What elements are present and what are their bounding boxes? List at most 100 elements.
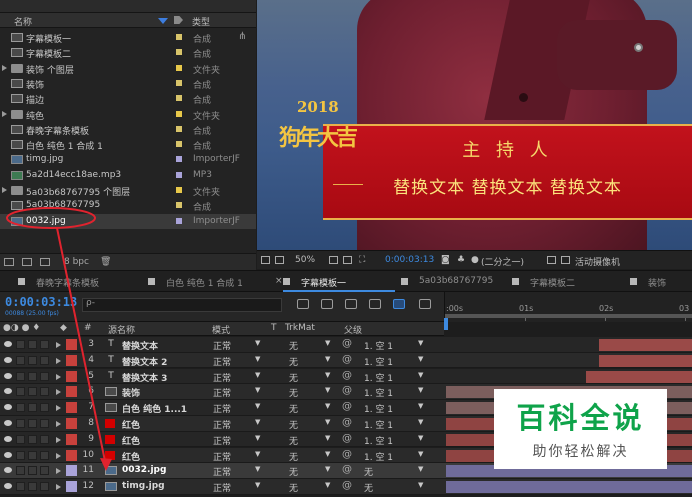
layer-name[interactable]: 0032.jpg xyxy=(122,465,166,475)
visibility-eye-icon[interactable] xyxy=(4,372,12,379)
expand-arrow-icon[interactable] xyxy=(2,187,7,193)
tab-4[interactable]: 字幕模板二 xyxy=(512,271,624,292)
label-color-swatch[interactable] xyxy=(176,64,182,71)
layer-label-swatch[interactable] xyxy=(66,465,77,477)
camera-dropdown[interactable]: 活动摄像机 xyxy=(575,255,620,268)
audio-switch[interactable] xyxy=(16,403,25,413)
graph-editor-icon[interactable] xyxy=(419,299,431,309)
parent-pickwhip-icon[interactable]: @ xyxy=(342,338,352,349)
layer-label-swatch[interactable] xyxy=(66,481,77,493)
shy-layers-icon[interactable] xyxy=(345,299,357,309)
layer-duration-bar[interactable] xyxy=(598,339,692,351)
parent-dropdown[interactable]: 1. 空 1 ▼ xyxy=(362,370,428,384)
lock-switch[interactable] xyxy=(40,434,49,444)
layer-duration-bar[interactable] xyxy=(446,481,692,494)
tab-1[interactable]: 白色 纯色 1 合成 1 xyxy=(148,271,277,292)
trkmat-dropdown[interactable]: 无 ▼ xyxy=(287,370,335,384)
visibility-eye-icon[interactable] xyxy=(4,341,12,347)
parent-dropdown[interactable]: 1. 空 1 ▼ xyxy=(362,354,428,368)
layer-label-swatch[interactable] xyxy=(66,402,77,414)
expand-arrow-icon[interactable] xyxy=(56,389,61,396)
audio-switch[interactable] xyxy=(16,434,25,444)
parent-dropdown[interactable]: 1. 空 1 ▼ xyxy=(362,433,428,447)
layer-label-swatch[interactable] xyxy=(66,418,77,429)
frame-blending-icon[interactable] xyxy=(369,299,381,309)
visibility-eye-icon[interactable] xyxy=(4,467,12,474)
blend-mode-dropdown[interactable]: 正常 ▼ xyxy=(211,480,265,494)
expand-arrow-icon[interactable] xyxy=(56,405,61,412)
layer-name[interactable]: 红色 xyxy=(122,450,140,463)
visibility-eye-icon[interactable] xyxy=(4,420,12,426)
column-type[interactable]: 类型 xyxy=(192,15,210,28)
parent-dropdown[interactable]: 1. 空 1 ▼ xyxy=(362,401,428,415)
project-item[interactable]: 5a2d14ecc18ae.mp3 MP3 xyxy=(0,168,256,183)
motion-blur-icon[interactable] xyxy=(393,299,405,309)
layer-name[interactable]: timg.jpg xyxy=(122,481,165,491)
expand-arrow-icon[interactable] xyxy=(56,373,61,380)
project-item[interactable]: 描边 合成 xyxy=(0,91,256,106)
project-item[interactable]: 5a03b68767795 合成 xyxy=(0,198,256,213)
sort-arrow-icon[interactable] xyxy=(158,18,168,24)
new-folder-icon[interactable] xyxy=(22,258,32,266)
project-item[interactable]: 0032.jpg ImporterJF xyxy=(0,213,256,229)
label-color-swatch[interactable] xyxy=(176,187,182,193)
audio-switch[interactable] xyxy=(16,355,25,365)
solo-switch[interactable] xyxy=(28,403,37,413)
audio-switch[interactable] xyxy=(16,371,25,381)
close-tab-icon[interactable]: × xyxy=(275,276,283,286)
parent-pickwhip-icon[interactable]: @ xyxy=(342,480,352,491)
column-name[interactable]: 名称 xyxy=(14,15,32,28)
zoom-dropdown[interactable]: 50% xyxy=(295,255,315,265)
lock-switch[interactable] xyxy=(40,340,49,349)
expand-arrow-icon[interactable] xyxy=(56,468,61,475)
project-item[interactable]: 5a03b68767795 个图层 文件夹 xyxy=(0,183,256,198)
expand-arrow-icon[interactable] xyxy=(56,436,61,443)
parent-pickwhip-icon[interactable]: @ xyxy=(342,464,352,475)
blend-mode-dropdown[interactable]: 正常 ▼ xyxy=(211,401,265,415)
new-composition-icon[interactable] xyxy=(40,258,50,266)
tab-2[interactable]: 字幕模板一 xyxy=(283,271,395,292)
layer-name[interactable]: 白色 纯色 1...1 xyxy=(122,402,187,415)
project-item[interactable]: 字幕模板一 合成 xyxy=(0,30,256,45)
grid-icon[interactable] xyxy=(343,256,352,264)
lock-switch[interactable] xyxy=(40,419,49,428)
interpret-footage-icon[interactable] xyxy=(4,258,14,266)
trash-icon[interactable]: 🗑 xyxy=(100,257,111,267)
solo-switch[interactable] xyxy=(28,450,37,460)
label-color-swatch[interactable] xyxy=(176,79,182,86)
project-item[interactable]: 字幕模板二 合成 xyxy=(0,45,256,60)
lock-switch[interactable] xyxy=(40,371,49,381)
parent-pickwhip-icon[interactable]: @ xyxy=(342,417,352,428)
layer-row[interactable]: 3 T 替换文本 正常 ▼ 无 ▼ @1. 空 1 ▼ xyxy=(0,337,692,353)
label-color-swatch[interactable] xyxy=(176,110,182,117)
project-item[interactable]: 装饰 个图层 文件夹 xyxy=(0,61,256,76)
expand-arrow-icon[interactable] xyxy=(56,421,61,427)
audio-switch[interactable] xyxy=(16,466,25,476)
expand-arrow-icon[interactable] xyxy=(56,342,61,348)
layer-name[interactable]: 替换文本 3 xyxy=(122,371,167,384)
mask-icon[interactable]: ⛶ xyxy=(359,255,365,265)
visibility-eye-icon[interactable] xyxy=(4,435,12,442)
expand-arrow-icon[interactable] xyxy=(56,484,61,491)
monitor-icon[interactable] xyxy=(275,256,284,264)
lock-switch[interactable] xyxy=(40,403,49,413)
parent-pickwhip-icon[interactable]: @ xyxy=(342,433,352,444)
solo-switch[interactable] xyxy=(28,434,37,444)
label-color-swatch[interactable] xyxy=(176,125,182,132)
resolution-dropdown[interactable]: (二分之一) xyxy=(481,255,524,268)
trkmat-dropdown[interactable]: 无 ▼ xyxy=(287,417,335,431)
label-color-swatch[interactable] xyxy=(176,171,182,178)
layer-row[interactable]: 4 T 替换文本 2 正常 ▼ 无 ▼ @1. 空 1 ▼ xyxy=(0,352,692,369)
trkmat-dropdown[interactable]: 无 ▼ xyxy=(287,480,335,494)
blend-mode-dropdown[interactable]: 正常 ▼ xyxy=(211,449,265,463)
solo-switch[interactable] xyxy=(28,387,37,397)
parent-pickwhip-icon[interactable]: @ xyxy=(342,354,352,365)
parent-dropdown[interactable]: 无 ▼ xyxy=(362,464,428,478)
layer-name[interactable]: 红色 xyxy=(122,434,140,447)
expand-arrow-icon[interactable] xyxy=(56,357,61,364)
blend-mode-dropdown[interactable]: 正常 ▼ xyxy=(211,433,265,447)
lock-switch[interactable] xyxy=(40,466,49,476)
solo-switch[interactable] xyxy=(28,371,37,381)
lock-switch[interactable] xyxy=(40,482,49,492)
audio-switch[interactable] xyxy=(16,340,25,349)
